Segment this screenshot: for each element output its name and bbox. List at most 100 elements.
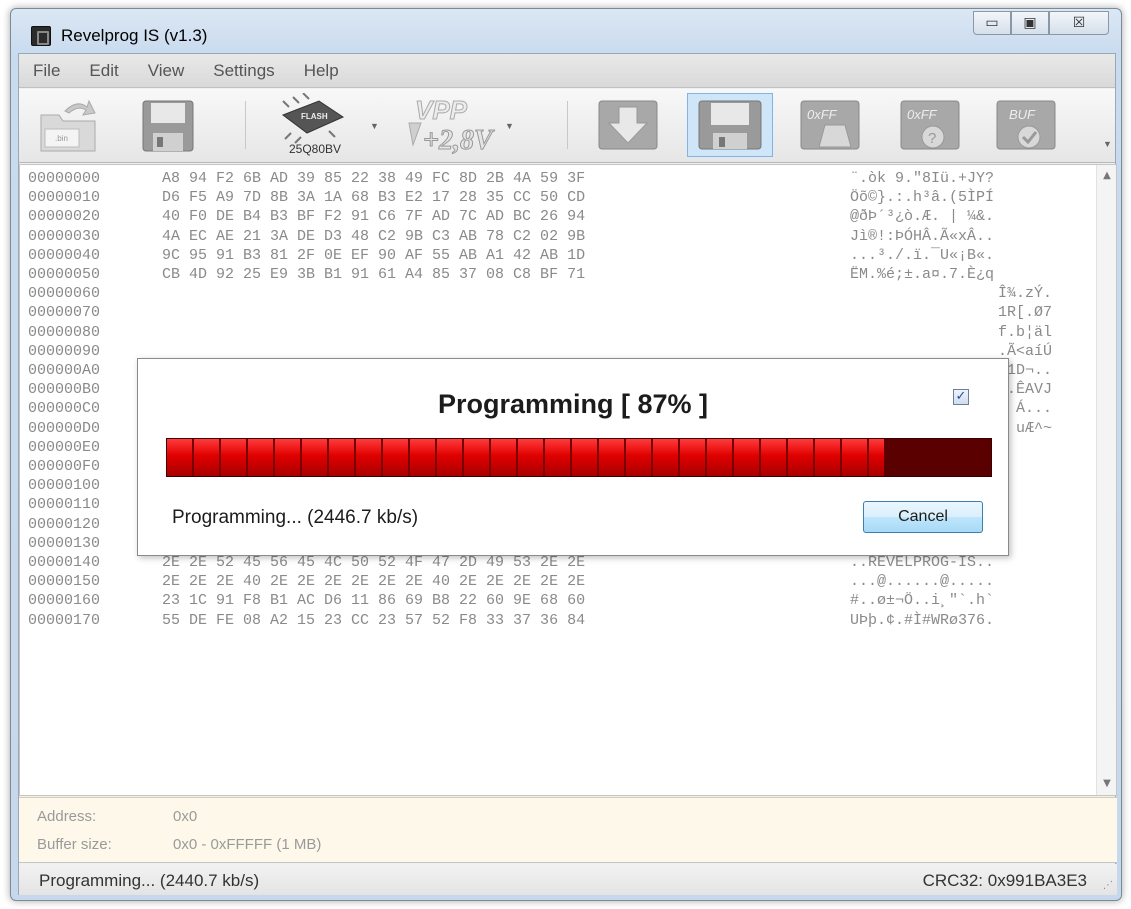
hex-row[interactable]: 00000010 D6 F5 A9 7D 8B 3A 1A 68 B3 E2 17… [20,187,1095,207]
vpp-voltage-icon: VPP +2,8V [408,95,495,157]
hex-ascii[interactable]: @ðÞ´³¿ò.Æ. | ¼&. [850,208,994,225]
hex-ascii[interactable]: #..ø±¬Ö..i¸"`.h` [850,592,994,609]
hex-address: 00000040 [28,246,101,264]
hex-address: 00000010 [28,189,101,207]
hex-ascii[interactable]: Öõ©}.:.h³â.(5ÌPÍ [850,189,994,206]
hex-row[interactable]: 00000050 CB 4D 92 25 E9 3B B1 91 61 A4 85… [20,264,1095,284]
hex-address: 000000B0 [28,381,101,399]
hex-row[interactable]: 00000040 9C 95 91 B3 81 2F 0E EF 90 AF 55… [20,245,1095,265]
resize-grip-icon[interactable]: ⋰ [1103,880,1113,891]
menu-settings[interactable]: Settings [213,61,274,81]
save-disk-icon [142,100,194,152]
buffer-verify-button[interactable]: BUF [987,93,1065,157]
auto-close-checkbox[interactable]: ✓ [953,389,969,405]
hex-row[interactable]: 00000060 Î¾.zÝ. [20,283,1095,303]
hex-ascii[interactable]: ...³./.ï.¯U«¡B«. [850,247,994,264]
hex-bytes[interactable]: A8 94 F2 6B AD 39 85 22 38 49 FC 8D 2B 4… [162,170,585,187]
hex-address: 00000000 [28,170,101,187]
save-file-button[interactable] [129,93,207,157]
buffer-label: BUF [1009,107,1036,122]
hex-row[interactable]: 00000150 2E 2E 2E 40 2E 2E 2E 2E 2E 2E 40… [20,571,1095,591]
hex-address: 00000050 [28,266,101,283]
hex-ascii[interactable]: f.b¦äl [998,324,1052,341]
hex-address: 00000060 [28,285,101,303]
hex-ascii[interactable]: ...@......@..... [850,573,994,590]
hex-bytes[interactable]: 2E 2E 2E 40 2E 2E 2E 2E 2E 2E 40 2E 2E 2… [162,573,585,590]
hex-row[interactable]: 00000080 f.b¦äl [20,322,1095,342]
menu-help[interactable]: Help [304,61,339,81]
app-icon [31,26,51,46]
hex-address: 00000130 [28,534,101,552]
vpp-dropdown-icon[interactable]: ▼ [505,121,514,131]
toolbar-overflow-icon[interactable]: ▼ [1103,139,1112,149]
scroll-up-icon[interactable]: ▲ [1097,167,1116,185]
info-panel: Address: 0x0 Buffer size: 0x0 - 0xFFFFF … [19,797,1117,863]
hex-address: 00000070 [28,304,101,322]
blank-check-button[interactable]: 0xFF ? [891,93,969,157]
maximize-button[interactable]: ▣ [1011,11,1049,35]
close-button[interactable]: ☒ [1049,11,1109,35]
title-bar: Revelprog IS (v1.3) ▭ ▣ ☒ [11,9,1121,53]
hex-row[interactable]: 00000160 23 1C 91 F8 B1 AC D6 11 86 69 B8… [20,590,1095,610]
hex-row[interactable]: 00000170 55 DE FE 08 A2 15 23 CC 23 57 52… [20,610,1095,630]
menu-edit[interactable]: Edit [89,61,118,81]
hex-ascii[interactable]: 1R[.Ø7 [998,304,1052,321]
minimize-button[interactable]: ▭ [973,11,1011,35]
status-bar: Programming... (2440.7 kb/s) CRC32: 0x99… [19,864,1117,895]
hex-row[interactable]: 00000070 1R[.Ø7 [20,302,1095,322]
window-controls: ▭ ▣ ☒ [973,11,1109,35]
hex-row[interactable]: 00000020 40 F0 DE B4 B3 BF F2 91 C6 7F AD… [20,206,1095,226]
hex-row[interactable]: 00000000 A8 94 F2 6B AD 39 85 22 38 49 FC… [20,168,1095,188]
hex-ascii[interactable]: Jì®!:ÞÓHÂ.Ã«xÂ.. [850,228,994,245]
erase-label: 0xFF [807,107,838,122]
blank-check-icon: 0xFF ? [900,100,960,150]
chip-label: FLASH [301,112,328,121]
hex-ascii[interactable]: Î¾.zÝ. [998,285,1052,302]
hex-bytes[interactable]: D6 F5 A9 7D 8B 3A 1A 68 B3 E2 17 28 35 C… [162,189,585,206]
hex-bytes[interactable]: 55 DE FE 08 A2 15 23 CC 23 57 52 F8 33 3… [162,612,585,629]
cancel-button[interactable]: Cancel [863,501,983,533]
vertical-scrollbar[interactable]: ▲ ▼ [1096,165,1116,795]
read-chip-button[interactable] [589,93,667,157]
hex-address: 000000C0 [28,400,101,418]
file-ext-label: .bin [55,134,68,143]
dialog-status-text: Programming... (2446.7 kb/s) [172,507,419,528]
hex-address: 00000100 [28,477,101,495]
hex-ascii[interactable]: ..REVELPROG-IS.. [850,554,994,571]
hex-address: 000000D0 [28,419,101,437]
hex-bytes[interactable]: 40 F0 DE B4 B3 BF F2 91 C6 7F AD 7C AD B… [162,208,585,225]
hex-address: 00000020 [28,208,101,226]
hex-bytes[interactable]: 4A EC AE 21 3A DE D3 48 C2 9B C3 AB 78 C… [162,228,585,245]
hex-ascii[interactable]: ¨.òk 9."8Iü.+JY? [850,170,994,187]
chip-select-button[interactable]: FLASH 25Q80BV [265,93,365,157]
hex-address: 00000110 [28,496,101,514]
hex-bytes[interactable]: 9C 95 91 B3 81 2F 0E EF 90 AF 55 AB A1 4… [162,247,585,264]
buffer-size-label: Buffer size: [37,836,112,853]
chip-dropdown-icon[interactable]: ▼ [370,121,379,131]
write-chip-button[interactable] [687,93,773,157]
erase-broom-icon: 0xFF [800,100,860,150]
progress-bar-fill [167,439,884,476]
open-file-button[interactable]: .bin [29,93,107,157]
scroll-down-icon[interactable]: ▼ [1097,775,1116,793]
dialog-title: Programming [ 87% ] [437,389,709,419]
open-folder-icon: .bin [40,99,96,152]
progress-bar [166,438,992,477]
hex-ascii[interactable]: UÞþ.¢.#Ì#WRø376. [850,612,994,629]
vpp-label: VPP [415,95,468,125]
hex-bytes[interactable]: CB 4D 92 25 E9 3B B1 91 61 A4 85 37 08 C… [162,266,585,283]
toolbar-separator [567,101,568,149]
hex-bytes[interactable]: 2E 2E 52 45 56 45 4C 50 52 4F 47 2D 49 5… [162,554,585,571]
read-arrow-icon [598,100,658,150]
hex-address: 000000F0 [28,458,101,475]
hex-bytes[interactable]: 23 1C 91 F8 B1 AC D6 11 86 69 B8 22 60 9… [162,592,585,609]
svg-text:?: ? [928,130,936,147]
erase-chip-button[interactable]: 0xFF [791,93,869,157]
hex-ascii[interactable]: ËM.%é;±.a¤.7.È¿q [850,266,994,283]
menu-file[interactable]: File [33,61,60,81]
hex-address: 00000030 [28,227,101,245]
menu-view[interactable]: View [148,61,185,81]
vpp-select-button[interactable]: VPP +2,8V [399,93,499,157]
hex-row[interactable]: 00000030 4A EC AE 21 3A DE D3 48 C2 9B C3… [20,226,1095,246]
address-value: 0x0 [173,808,198,825]
